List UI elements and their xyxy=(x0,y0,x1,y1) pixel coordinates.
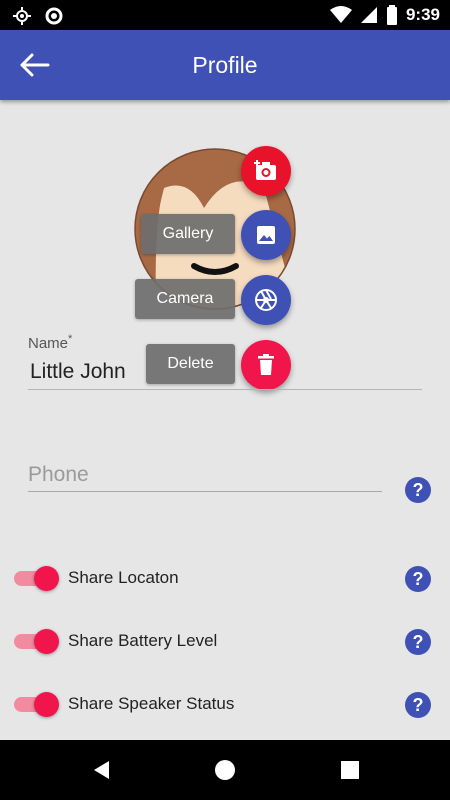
share-speaker-label: Share Speaker Status xyxy=(68,694,235,713)
required-marker: * xyxy=(68,333,73,345)
phone-field-underline xyxy=(28,491,382,492)
gps-icon xyxy=(13,7,31,25)
switch-thumb xyxy=(34,692,59,717)
system-nav-bar xyxy=(0,740,450,800)
status-bar: 9:39 xyxy=(0,0,450,30)
delete-button[interactable] xyxy=(241,340,291,390)
circle-icon xyxy=(45,7,63,25)
signal-icon xyxy=(360,7,377,23)
name-field-label: Name* xyxy=(28,333,72,352)
share-speaker-help-icon[interactable]: ? xyxy=(405,692,431,718)
wifi-icon xyxy=(329,6,352,23)
trash-icon xyxy=(258,354,274,375)
share-location-switch[interactable] xyxy=(14,566,59,591)
gallery-label[interactable]: Gallery xyxy=(141,214,235,254)
add-photo-icon xyxy=(254,160,276,180)
camera-shutter-icon xyxy=(255,289,277,311)
name-field-underline xyxy=(28,389,422,390)
share-location-label: Share Locaton xyxy=(68,568,179,587)
add-photo-button[interactable] xyxy=(241,146,291,196)
share-battery-help-icon[interactable]: ? xyxy=(405,629,431,655)
switch-thumb xyxy=(34,629,59,654)
camera-label[interactable]: Camera xyxy=(135,279,235,319)
status-time: 9:39 xyxy=(405,5,440,24)
share-battery-switch[interactable] xyxy=(14,629,59,654)
switch-thumb xyxy=(34,566,59,591)
page-title: Profile xyxy=(192,52,258,78)
delete-label[interactable]: Delete xyxy=(146,344,235,384)
share-battery-label: Share Battery Level xyxy=(68,631,218,650)
gallery-button[interactable] xyxy=(241,210,291,260)
share-speaker-switch[interactable] xyxy=(14,692,59,717)
recents-nav-icon[interactable] xyxy=(338,758,362,782)
name-field[interactable]: Little John xyxy=(30,360,126,384)
camera-button[interactable] xyxy=(241,275,291,325)
share-location-help-icon[interactable]: ? xyxy=(405,566,431,592)
home-nav-icon[interactable] xyxy=(213,758,237,782)
back-nav-icon[interactable] xyxy=(90,758,114,782)
name-label-text: Name xyxy=(28,335,69,352)
app-bar: Profile xyxy=(0,30,450,100)
phone-input[interactable] xyxy=(28,458,382,492)
phone-help-icon[interactable]: ? xyxy=(405,477,431,503)
battery-icon xyxy=(386,5,397,25)
image-icon xyxy=(257,226,275,244)
